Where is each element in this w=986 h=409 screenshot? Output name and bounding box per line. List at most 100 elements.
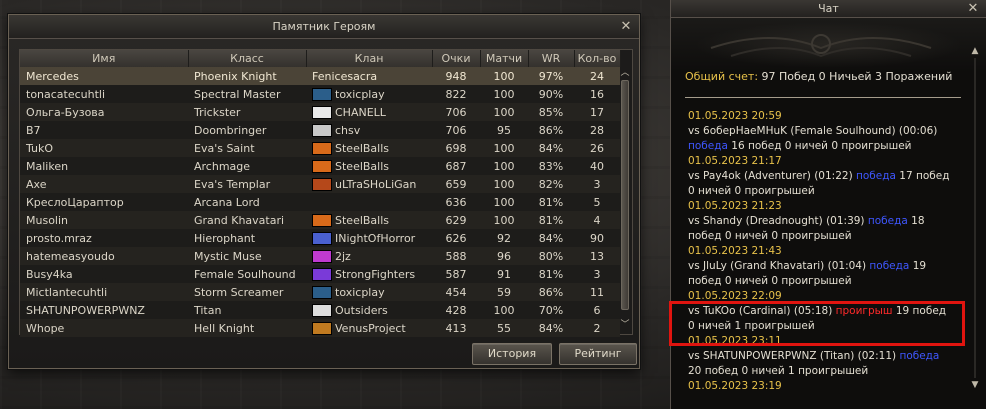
clan-crest-icon <box>312 123 332 137</box>
player-clan: StrongFighters <box>306 265 432 283</box>
column-header-points[interactable]: Очки <box>432 50 481 67</box>
total-score: Общий счет: 97 Побед 0 Ничьей 3 Поражени… <box>685 70 952 83</box>
hero-monument-window: Памятник Героям ✕ Имя Класс Клан Очки Ма… <box>8 14 640 369</box>
clan-name: VenusProject <box>335 321 406 335</box>
player-points: 636 <box>432 193 480 211</box>
table-row[interactable]: Mercedes Phoenix Knight Fenicesacra 948 100 9… <box>20 67 620 85</box>
player-name: SHATUNPOWERPWNZ <box>20 301 188 319</box>
player-clan: 2jz <box>306 247 432 265</box>
player-name: Musolin <box>20 211 188 229</box>
player-class: Eva's Templar <box>188 175 306 193</box>
player-matches: 100 <box>480 157 528 175</box>
table-row[interactable]: tonacatecuhtli Spectral Master toxicplay 82… <box>20 85 620 103</box>
ornament-emblem <box>671 18 986 72</box>
table-row[interactable]: TukO Eva's Saint SteelBalls 698 100 84% 26 <box>20 139 620 157</box>
table-row[interactable]: B7 Doombringer chsv 706 95 86% 28 <box>20 121 620 139</box>
player-name: КреслоЦарaптор <box>20 193 188 211</box>
chat-date: 01.05.2023 21:43 <box>688 245 782 257</box>
table-scrollbar[interactable]: ︿ ﹀ <box>620 68 630 330</box>
chat-window: Чат ✕ Общий счет: 97 Побед 0 Ничьей 3 По… <box>670 0 986 409</box>
player-name: Ольга-Бузова <box>20 103 188 121</box>
player-winrate: 90% <box>528 85 574 103</box>
player-name: tonacatecuhtli <box>20 85 188 103</box>
clan-crest-icon <box>312 321 332 335</box>
clan-name: toxicplay <box>335 87 385 101</box>
player-name: Maliken <box>20 157 188 175</box>
player-points: 626 <box>432 229 480 247</box>
player-clan: VenusProject <box>306 319 432 337</box>
scroll-track[interactable] <box>974 58 976 378</box>
clan-crest-icon <box>312 249 332 263</box>
table-row[interactable]: Mictlantecuhtli Storm Screamer toxicplay 45… <box>20 283 620 301</box>
scroll-up-icon[interactable]: ▲ <box>970 46 980 56</box>
player-points: 454 <box>432 283 480 301</box>
player-class: Eva's Saint <box>188 139 306 157</box>
close-icon[interactable]: ✕ <box>619 20 633 34</box>
match-result: победа <box>867 215 908 227</box>
player-matches: 96 <box>480 247 528 265</box>
player-clan: SteelBalls <box>306 139 432 157</box>
player-matches: 91 <box>480 265 528 283</box>
player-class: Doombringer <box>188 121 306 139</box>
player-name: TukO <box>20 139 188 157</box>
table-row[interactable]: Musolin Grand Khavatari SteelBalls 629 100 81… <box>20 211 620 229</box>
player-winrate: 97% <box>528 67 574 85</box>
player-points: 706 <box>432 121 480 139</box>
player-winrate: 84% <box>528 319 574 337</box>
clan-name: 2jz <box>335 249 351 263</box>
column-header-clan[interactable]: Клан <box>306 50 433 67</box>
player-points: 587 <box>432 265 480 283</box>
table-row[interactable]: hatemeasyoudo Mystic Muse 2jz 588 96 80% 13 <box>20 247 620 265</box>
clan-name: CHANELL <box>335 105 386 119</box>
player-count: 3 <box>574 175 620 193</box>
table-header-row: Имя Класс Клан Очки Матчи WR Кол-во <box>20 50 621 67</box>
player-matches: 100 <box>480 103 528 121</box>
match-opponent: vs 6оберНаеМНuK (Female Soulhound) (00:0… <box>688 125 938 137</box>
history-button[interactable]: История <box>472 343 552 365</box>
heroes-table: Имя Класс Клан Очки Матчи WR Кол-во Merc… <box>19 49 633 337</box>
table-row[interactable]: Axe Eva's Templar uLTraSHoLiGan 659 100 82% 3 <box>20 175 620 193</box>
table-row[interactable]: SHATUNPOWERPWNZ Titan Outsiders 428 100 70% 6 <box>20 301 620 319</box>
scroll-up-icon[interactable]: ︿ <box>620 68 630 78</box>
player-class: Trickster <box>188 103 306 121</box>
player-count: 11 <box>574 283 620 301</box>
scroll-down-icon[interactable]: ﹀ <box>620 320 630 330</box>
clan-name: INightOfHorror <box>335 231 416 245</box>
match-result: проигрыш <box>835 305 893 317</box>
column-header-wr[interactable]: WR <box>528 50 575 67</box>
table-row[interactable]: Maliken Archmage SteelBalls 687 100 83% 40 <box>20 157 620 175</box>
player-winrate: 86% <box>528 121 574 139</box>
table-row[interactable]: Busy4ka Female Soulhound StrongFighters 587… <box>20 265 620 283</box>
match-opponent: vs Pay4ok (Adventurer) (01:22) <box>688 170 853 182</box>
chat-close-icon[interactable]: ✕ <box>966 2 980 16</box>
player-points: 706 <box>432 103 480 121</box>
clan-name: SteelBalls <box>335 213 390 227</box>
column-header-name[interactable]: Имя <box>20 50 189 67</box>
scroll-thumb[interactable] <box>621 80 629 310</box>
player-name: Busy4ka <box>20 265 188 283</box>
table-row[interactable]: Whope Hell Knight VenusProject 413 55 84% 2 <box>20 319 620 337</box>
player-count: 90 <box>574 229 620 247</box>
player-matches: 100 <box>480 175 528 193</box>
player-winrate: 86% <box>528 283 574 301</box>
column-header-matches[interactable]: Матчи <box>480 50 529 67</box>
player-clan: SteelBalls <box>306 211 432 229</box>
table-row[interactable]: Ольга-Бузова Trickster CHANELL 706 100 85% 17 <box>20 103 620 121</box>
clan-name: SteelBalls <box>335 159 390 173</box>
table-row[interactable]: prosto.mraz Hierophant INightOfHorror 626 92… <box>20 229 620 247</box>
column-header-count[interactable]: Кол-во <box>574 50 621 67</box>
scroll-down-icon[interactable]: ▼ <box>970 380 980 390</box>
player-points: 413 <box>432 319 480 337</box>
chat-date: 01.05.2023 20:59 <box>688 110 782 122</box>
match-opponent: vs TuKOo (Cardinal) (05:18) <box>688 305 833 317</box>
player-class: Phoenix Knight <box>188 67 306 85</box>
player-points: 698 <box>432 139 480 157</box>
chat-scrollbar[interactable]: ▲ ▼ <box>970 46 980 390</box>
player-winrate: 83% <box>528 157 574 175</box>
player-class: Hell Knight <box>188 319 306 337</box>
table-row[interactable]: КреслоЦарaптор Arcana Lord 636 100 81% 5 <box>20 193 620 211</box>
rating-button[interactable]: Рейтинг <box>559 343 637 365</box>
column-header-class[interactable]: Класс <box>188 50 307 67</box>
player-class: Female Soulhound <box>188 265 306 283</box>
match-record: 20 побед 0 ничей 1 проигрышей <box>688 365 869 377</box>
